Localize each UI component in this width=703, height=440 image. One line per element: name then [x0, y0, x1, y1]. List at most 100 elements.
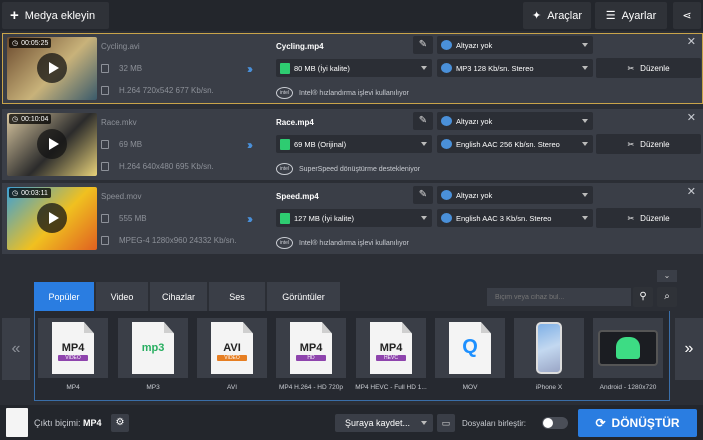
- audio-track-dropdown[interactable]: English AAC 3 Kb/sn. Stereo: [437, 209, 593, 227]
- open-folder-button[interactable]: ▭: [437, 414, 455, 432]
- chevron-down-icon: [421, 421, 427, 425]
- tab-audio[interactable]: Ses: [209, 282, 266, 311]
- format-file-icon: mp3: [132, 322, 174, 374]
- edit-button[interactable]: ✂ Düzenle: [596, 134, 701, 154]
- save-to-dropdown[interactable]: Şuraya kaydet...: [335, 414, 433, 432]
- magic-wand-icon: ✦: [531, 10, 542, 22]
- detect-device-button[interactable]: ⌕: [657, 287, 677, 307]
- output-settings-button[interactable]: ⚙: [111, 414, 129, 432]
- chevron-down-icon: [421, 66, 427, 70]
- tab-images[interactable]: Görüntüler: [267, 282, 341, 311]
- source-size-text: 555 MB: [119, 214, 147, 223]
- share-button[interactable]: ⋖: [673, 2, 701, 29]
- play-icon[interactable]: [37, 53, 67, 83]
- tab-popular[interactable]: Popüler: [34, 282, 95, 311]
- output-file-name[interactable]: Cycling.mp4: [276, 42, 324, 51]
- gallery-next-button[interactable]: »: [675, 318, 703, 380]
- format-card[interactable]: MP4 HEVC: [356, 318, 426, 378]
- output-file-name[interactable]: Speed.mp4: [276, 192, 319, 201]
- file-row[interactable]: ◷ 00:10:04 Race.mkv 69 MB H.264 640x480 6…: [2, 109, 703, 180]
- pencil-icon: ✎: [418, 189, 428, 200]
- collapse-panel-button[interactable]: ⌄: [657, 270, 677, 282]
- save-to-label: Şuraya kaydet...: [345, 418, 411, 428]
- edit-button[interactable]: ✂ Düzenle: [596, 58, 701, 78]
- settings-button[interactable]: ☰ Ayarlar: [595, 2, 667, 29]
- top-toolbar: + Medya ekleyin ✦ Araçlar ☰ Ayarlar ⋖: [0, 0, 703, 31]
- merge-files-label: Dosyaları birleştir:: [462, 419, 527, 428]
- subtitle-text: Altyazı yok: [456, 116, 493, 126]
- convert-arrow-icon: ›››: [247, 138, 253, 152]
- audio-text: English AAC 256 Kb/sn. Stereo: [456, 139, 560, 149]
- edit-label: Düzenle: [640, 63, 670, 73]
- rename-button[interactable]: ✎: [413, 112, 433, 130]
- edit-button[interactable]: ✂ Düzenle: [596, 208, 701, 228]
- add-media-button[interactable]: + Medya ekleyin: [2, 2, 109, 29]
- merge-files-toggle[interactable]: [542, 417, 568, 429]
- close-icon: ✕: [686, 186, 696, 198]
- subtitle-dropdown[interactable]: Altyazı yok: [437, 186, 593, 204]
- format-card[interactable]: MP4 VIDEO: [38, 318, 108, 378]
- speech-bubble-icon: [441, 116, 452, 126]
- convert-arrow-icon: ›››: [247, 212, 253, 226]
- intel-icon: intel: [276, 237, 293, 249]
- remove-file-button[interactable]: ✕: [687, 185, 696, 198]
- clock-icon: ◷: [12, 116, 19, 123]
- search-button[interactable]: ⚲: [633, 287, 653, 307]
- output-size-text: 80 MB (İyi kalite): [294, 63, 350, 73]
- audio-text: English AAC 3 Kb/sn. Stereo: [456, 213, 552, 223]
- rename-button[interactable]: ✎: [413, 36, 433, 54]
- chevron-down-icon: [582, 43, 588, 47]
- format-card[interactable]: [514, 318, 584, 378]
- format-card[interactable]: mp3: [118, 318, 188, 378]
- tab-video[interactable]: Video: [96, 282, 149, 311]
- file-row[interactable]: ◷ 00:03:11 Speed.mov 555 MB MPEG-4 1280x9…: [2, 183, 703, 254]
- source-info: H.264 640x480 695 Kb/sn.: [101, 162, 214, 171]
- remove-file-button[interactable]: ✕: [687, 35, 696, 48]
- duration-badge: ◷ 00:03:11: [9, 188, 51, 198]
- source-info-text: H.264 720x542 677 Kb/sn.: [119, 86, 214, 95]
- file-icon: [101, 140, 109, 149]
- audio-icon: [441, 213, 452, 223]
- format-card[interactable]: Q: [435, 318, 505, 378]
- file-icon: [280, 212, 290, 224]
- chevron-down-icon: [421, 216, 427, 220]
- gallery-prev-button[interactable]: «: [2, 318, 30, 380]
- file-row[interactable]: ◷ 00:05:25 Cycling.avi 32 MB H.264 720x54…: [2, 33, 703, 104]
- output-format-icon[interactable]: [6, 408, 28, 437]
- source-size-text: 69 MB: [119, 140, 143, 149]
- settings-label: Ayarlar: [621, 9, 657, 22]
- tab-devices[interactable]: Cihazlar: [150, 282, 208, 311]
- format-card[interactable]: MP4 HD: [276, 318, 346, 378]
- format-card[interactable]: [593, 318, 663, 378]
- audio-track-dropdown[interactable]: English AAC 256 Kb/sn. Stereo: [437, 135, 593, 153]
- format-icon-label: AVI: [223, 342, 241, 354]
- format-icon-label: MP4: [299, 342, 323, 354]
- format-card[interactable]: AVI VIDEO: [197, 318, 267, 378]
- pencil-icon: ✎: [418, 39, 428, 50]
- video-thumbnail[interactable]: ◷ 00:05:25: [7, 37, 97, 100]
- convert-button[interactable]: ⟳ DÖNÜŞTÜR: [578, 409, 697, 437]
- format-file-icon: MP4 VIDEO: [52, 322, 94, 374]
- audio-track-dropdown[interactable]: MP3 128 Kb/sn. Stereo: [437, 59, 593, 77]
- output-size-dropdown[interactable]: 69 MB (Orijinal): [276, 135, 432, 153]
- play-icon[interactable]: [37, 203, 67, 233]
- subtitle-dropdown[interactable]: Altyazı yok: [437, 112, 593, 130]
- remove-file-button[interactable]: ✕: [687, 111, 696, 124]
- format-caption: MP4 HEVC - Full HD 1...: [355, 384, 427, 391]
- video-info-icon: [101, 162, 109, 171]
- rename-button[interactable]: ✎: [413, 186, 433, 204]
- close-icon: ✕: [686, 36, 696, 48]
- subtitle-dropdown[interactable]: Altyazı yok: [437, 36, 593, 54]
- source-info: H.264 720x542 677 Kb/sn.: [101, 86, 214, 95]
- gear-icon: ⚙: [115, 417, 125, 428]
- output-size-dropdown[interactable]: 127 MB (İyi kalite): [276, 209, 432, 227]
- iphone-icon: [536, 322, 562, 374]
- output-size-dropdown[interactable]: 80 MB (İyi kalite): [276, 59, 432, 77]
- tools-button[interactable]: ✦ Araçlar: [523, 2, 591, 29]
- video-thumbnail[interactable]: ◷ 00:10:04: [7, 113, 97, 176]
- format-search-input[interactable]: [487, 288, 631, 306]
- format-icon-label: MP4: [379, 342, 403, 354]
- output-file-name[interactable]: Race.mp4: [276, 118, 314, 127]
- play-icon[interactable]: [37, 129, 67, 159]
- video-thumbnail[interactable]: ◷ 00:03:11: [7, 187, 97, 250]
